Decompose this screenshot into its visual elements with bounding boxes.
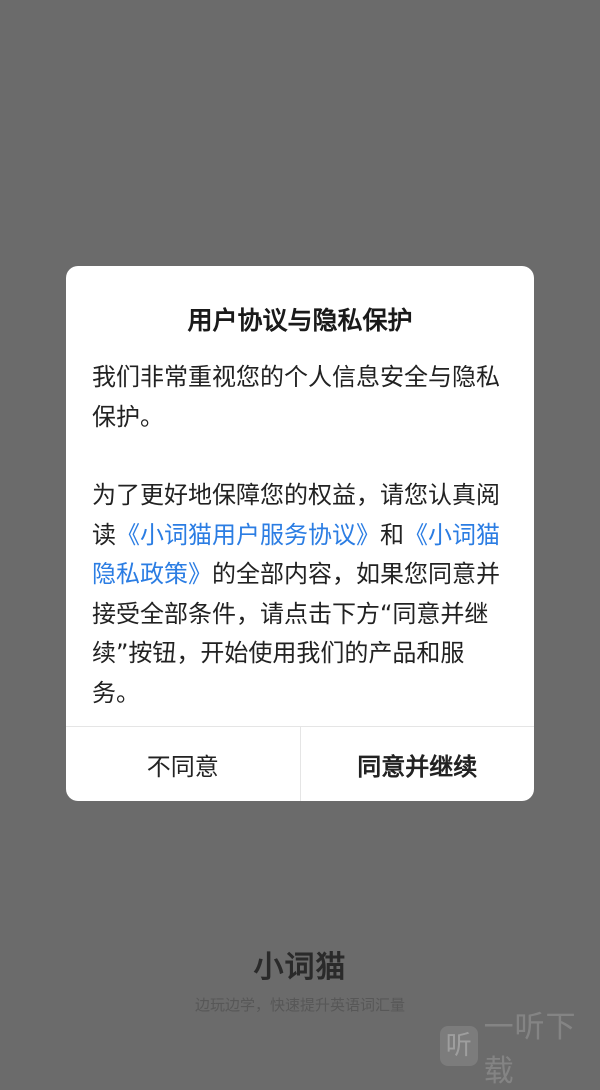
watermark-logo-icon: 听: [440, 1026, 478, 1066]
dialog-actions: 不同意 同意并继续: [66, 726, 534, 801]
watermark: 听 一听下载: [440, 1010, 600, 1089]
watermark-text: 一听下载: [483, 1010, 577, 1089]
dialog-intro-text: 我们非常重视您的个人信息安全与隐私保护。: [92, 363, 500, 431]
agree-continue-button[interactable]: 同意并继续: [301, 727, 535, 801]
user-agreement-link[interactable]: 《小词猫用户服务协议》: [116, 521, 380, 549]
privacy-consent-dialog: 用户协议与隐私保护 我们非常重视您的个人信息安全与隐私保护。 为了更好地保障您的…: [66, 266, 534, 801]
dialog-title: 用户协议与隐私保护: [187, 306, 413, 335]
dialog-terms-paragraph: 为了更好地保障您的权益，请您认真阅读《小词猫用户服务协议》和《小词猫隐私政策》的…: [92, 476, 508, 713]
app-name: 小词猫: [253, 950, 347, 985]
dialog-and-text: 和: [380, 520, 404, 549]
dialog-body: 我们非常重视您的个人信息安全与隐私保护。 为了更好地保障您的权益，请您认真阅读《…: [92, 358, 508, 713]
decline-button[interactable]: 不同意: [66, 727, 300, 801]
